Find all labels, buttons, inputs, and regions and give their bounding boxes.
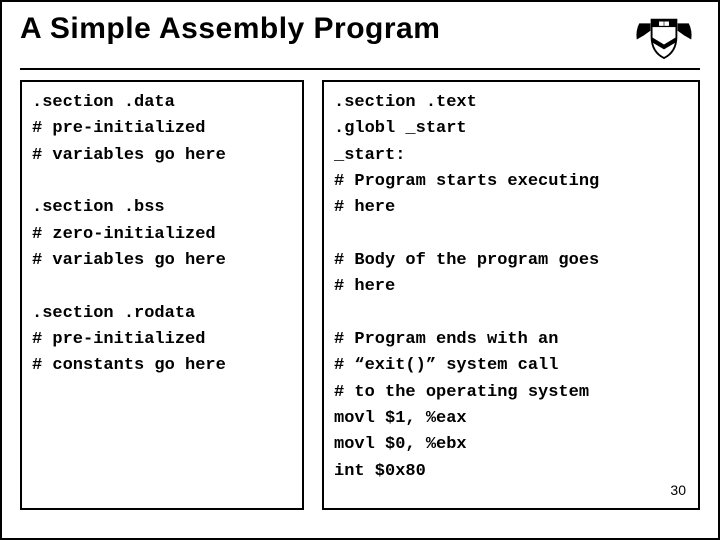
code-left: .section .data # pre-initialized # varia… — [20, 80, 304, 510]
code-line: movl $0, %ebx — [334, 432, 688, 458]
code-line: # here — [334, 195, 688, 221]
blank-line — [334, 222, 688, 248]
code-line: .section .data — [32, 90, 292, 116]
code-line: # zero-initialized — [32, 222, 292, 248]
blank-line — [32, 274, 292, 300]
code-line: int $0x80 — [334, 459, 688, 485]
code-line: .section .text — [334, 90, 688, 116]
page-number: 30 — [670, 480, 686, 502]
code-line: # Program ends with an — [334, 327, 688, 353]
princeton-shield-icon — [628, 12, 700, 62]
code-line: # pre-initialized — [32, 327, 292, 353]
slide: A Simple Assembly Program .section .data… — [0, 0, 720, 540]
code-line: # variables go here — [32, 248, 292, 274]
code-line: .globl _start — [334, 116, 688, 142]
code-line: # here — [334, 274, 688, 300]
code-line: # “exit()” system call — [334, 353, 688, 379]
code-right: .section .text .globl _start _start: # P… — [322, 80, 700, 510]
code-line: # pre-initialized — [32, 116, 292, 142]
code-line: # Body of the program goes — [334, 248, 688, 274]
title-row: A Simple Assembly Program — [20, 12, 700, 70]
blank-line — [32, 169, 292, 195]
code-line: # variables go here — [32, 143, 292, 169]
code-line: # constants go here — [32, 353, 292, 379]
code-line: # to the operating system — [334, 380, 688, 406]
code-line: _start: — [334, 143, 688, 169]
blank-line — [334, 301, 688, 327]
code-line: .section .bss — [32, 195, 292, 221]
code-line: .section .rodata — [32, 301, 292, 327]
code-line: # Program starts executing — [334, 169, 688, 195]
code-columns: .section .data # pre-initialized # varia… — [20, 80, 700, 510]
slide-title: A Simple Assembly Program — [20, 12, 440, 46]
code-line: movl $1, %eax — [334, 406, 688, 432]
